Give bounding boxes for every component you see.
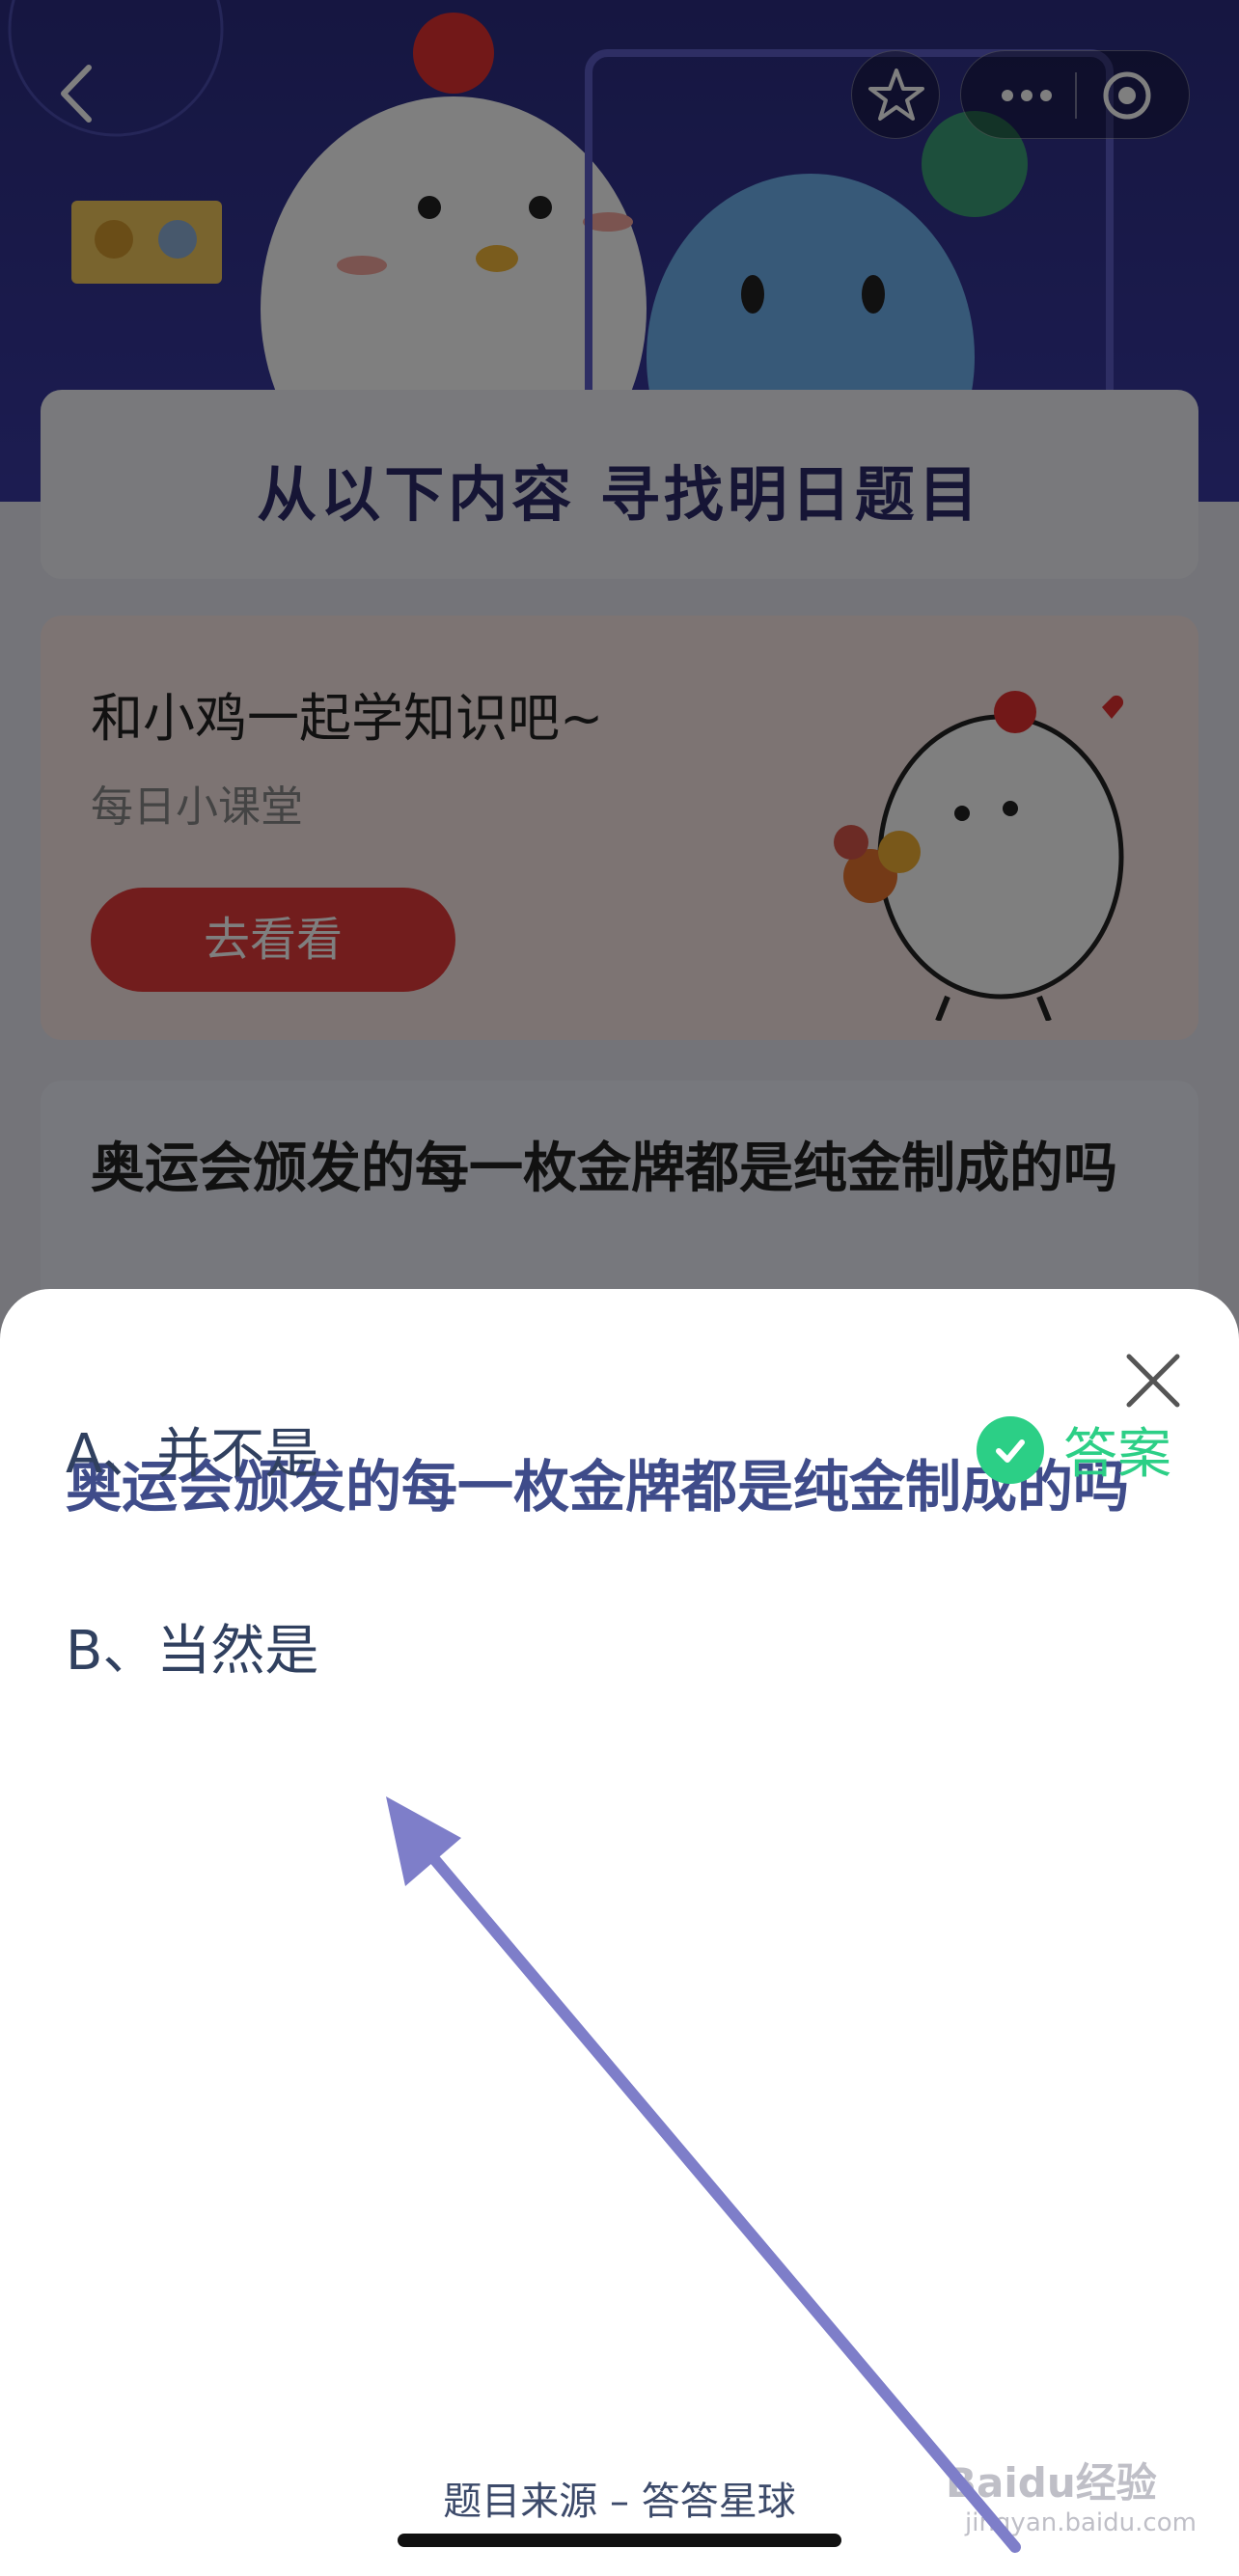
- watermark-url: jingyan.baidu.com: [965, 2508, 1197, 2537]
- home-indicator: [398, 2534, 841, 2547]
- close-icon[interactable]: [1119, 1347, 1187, 1414]
- option-b[interactable]: B、当然是: [66, 1607, 318, 1685]
- answer-badge: 答案: [977, 1411, 1171, 1489]
- answer-label: 答案: [1063, 1423, 1171, 1486]
- option-a[interactable]: A、并不是: [66, 1411, 318, 1489]
- check-icon: [977, 1415, 1044, 1484]
- watermark-brand: Baidu经验: [946, 2459, 1157, 2507]
